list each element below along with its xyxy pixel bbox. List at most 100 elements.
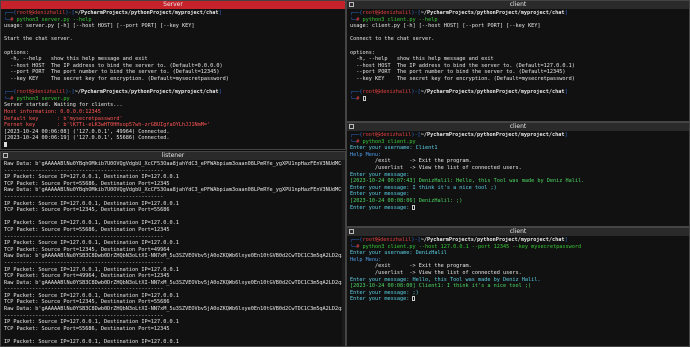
terminal-text: TCP Packet: Source Port=55686, Destinati… (4, 325, 170, 332)
window-title: client (509, 228, 527, 235)
terminal-line: -h, --help show this help message and ex… (4, 56, 342, 63)
prompt-frame: )-[ (65, 89, 75, 96)
client-denizhalil-terminal-window[interactable]: client ┌──(root㉿denizhalil)-[~/PycharmPr… (346, 227, 690, 347)
terminal-line: Help Menu: (350, 257, 686, 264)
client-titlebar[interactable]: client (347, 123, 689, 131)
terminal-text: Raw Data: b'gAAAAABlNu0YBqhOMkib7U0OVQgV… (4, 161, 342, 167)
terminal-text: ----------------------------------------… (4, 193, 164, 200)
prompt-frame: ] (564, 10, 568, 16)
terminal-icon (349, 2, 354, 7)
client-help-terminal-window[interactable]: client ┌──(root㉿denizhalil)-[~/PycharmPr… (346, 0, 690, 122)
terminal-line: --key KEY The secret key for encryption.… (350, 76, 686, 83)
terminal-text: --port PORT The port number to bind the … (4, 69, 220, 76)
terminal-line: └─# python3 client.py --host 127.0.0.1 -… (350, 244, 686, 251)
terminal-line: ----------------------------------------… (4, 168, 342, 175)
window-title: client (509, 123, 527, 130)
terminal-text: -h, --help show this help message and ex… (4, 56, 148, 63)
terminal-text: Enter your message: (350, 171, 413, 178)
terminal-text: IP Packet: Source IP=127.0.0.1, Destinat… (4, 220, 179, 227)
terminal-text: -h, --help show this help message and ex… (350, 56, 494, 63)
terminal-line: IP Packet: Source IP=127.0.0.1, Destinat… (4, 293, 342, 300)
client-titlebar[interactable]: client (347, 1, 689, 9)
terminal-line: ┌──(root㉿denizhalil)-[~/PycharmProjects/… (350, 237, 686, 244)
terminal-text: --key KEY The secret key for encryption.… (350, 75, 575, 82)
terminal-line: ----------------------------------------… (4, 194, 342, 201)
terminal-line: IP Packet: Source IP=127.0.0.1, Destinat… (4, 240, 342, 247)
terminal-line: Raw Data: b'gAAAAABlNu0YBqhOMkib7U0OVQgV… (4, 187, 342, 194)
terminal-text: TCP Packet: Source Port=49964, Destinati… (4, 273, 170, 280)
terminal-line: ----------------------------------------… (4, 313, 342, 320)
terminal-text: /userlist -> View the list of connected … (350, 269, 522, 276)
terminal-icon (349, 229, 354, 234)
terminal-text: TCP Packet: Source Port=55686, Destinati… (4, 180, 170, 187)
terminal-line: Host information: 0.0.0.0:12345 (4, 109, 342, 116)
server-titlebar[interactable]: Server (1, 1, 345, 9)
terminal-text: IP Packet: Source IP=127.0.0.1, Destinat… (4, 240, 179, 247)
terminal-line: Enter your message: (350, 204, 686, 212)
terminal-line: Raw Data: b'gAAAAABlNu0YSB3C8Dwb0DrZHQbN… (4, 306, 342, 313)
terminal-text: IP Packet: Source IP=127.0.0.1, Destinat… (4, 174, 179, 181)
terminal-text: ----------------------------------------… (4, 259, 164, 266)
terminal-line: Fernet key : b'lK7Ti-eLK3wHT0HHsop57wh-z… (4, 122, 342, 129)
prompt-frame: )-[ (411, 132, 421, 138)
server-terminal-window[interactable]: Server ┌──(root㉿denizhalil)-[~/PycharmPr… (0, 0, 346, 150)
terminal-line: Start the chat server. (4, 36, 342, 43)
terminal-text: ----------------------------------------… (4, 286, 164, 293)
terminal-line: Enter your username: Client1 (350, 145, 686, 152)
terminal-text: options: (350, 49, 375, 56)
scrollbar[interactable] (342, 160, 345, 346)
terminal-line: └─# python3 server.py --help (4, 17, 342, 24)
terminal-text: IP Packet: Source IP=127.0.0.1, Destinat… (4, 339, 179, 346)
listener-terminal-output[interactable]: Raw Data: b'gAAAAABlNu0YBqhOMkib7U0OVQgV… (1, 160, 345, 346)
terminal-line: Default key : b'mysecretpassword' (4, 116, 342, 123)
terminal-text: --host HOST The IP address to bind the s… (350, 62, 575, 69)
terminal-text: Enter your message: (350, 204, 413, 211)
terminal-line: IP Packet: Source IP=127.0.0.1, Destinat… (4, 267, 342, 274)
prompt-user-host: root㉿denizhalil (362, 132, 412, 138)
server-terminal-output[interactable]: ┌──(root㉿denizhalil)-[~/PycharmProjects/… (1, 9, 345, 149)
terminal-line: --host HOST The IP address to bind the s… (350, 63, 686, 70)
listener-terminal-window[interactable]: listener Raw Data: b'gAAAAABlNu0YBqhOMki… (0, 151, 346, 347)
terminal-text: options: (4, 49, 29, 56)
prompt-frame: ┌──( (4, 89, 17, 96)
terminal-text: Help Menu: (350, 256, 382, 263)
terminal-icon (349, 124, 354, 129)
terminal-text: [2023-10-24 00:08:06] DenizHalil: ;) (350, 197, 463, 204)
terminal-line: ┌──(root㉿denizhalil)-[~/PycharmProjects/… (4, 10, 342, 17)
prompt-path: ~/PycharmProjects/pythonProject/myprojec… (420, 237, 565, 243)
command-text: python3 client.py --help (362, 16, 438, 23)
client-titlebar[interactable]: client (347, 228, 689, 236)
window-title: Server (163, 1, 183, 8)
listener-titlebar[interactable]: listener (1, 152, 345, 160)
terminal-text: Default key : b'mysecretpassword' (4, 115, 123, 122)
prompt-user-host: root㉿denizhalil (362, 237, 412, 243)
client-help-terminal-output[interactable]: ┌──(root㉿denizhalil)-[~/PycharmProjects/… (347, 9, 689, 103)
client-denizhalil-terminal-output[interactable]: ┌──(root㉿denizhalil)-[~/PycharmProjects/… (347, 236, 689, 304)
prompt-frame: )-[ (411, 89, 421, 96)
terminal-text: Enter your message: (350, 191, 413, 198)
terminal-line: /exit -> Exit the program. (350, 158, 686, 165)
terminal-text: TCP Packet: Source Port=12345, Destinati… (4, 299, 170, 306)
terminal-text: Connect to the chat server. (350, 36, 435, 43)
terminal-text: IP Packet: Source IP=127.0.0.1, Destinat… (4, 266, 179, 273)
prompt-frame: )-[ (411, 10, 421, 16)
terminal-text: --host HOST The IP address to bind the s… (4, 62, 223, 69)
terminal-line: IP Packet: Source IP=127.0.0.1, Destinat… (4, 339, 342, 346)
terminal-text: IP Packet: Source IP=127.0.0.1, Destinat… (4, 200, 179, 207)
terminal-line: IP Packet: Source IP=127.0.0.1, Destinat… (4, 201, 342, 208)
terminal-icon (3, 153, 8, 158)
terminal-text: TCP Packet: Source Port=12345, Destinati… (4, 246, 170, 253)
prompt-frame: ] (218, 89, 222, 96)
client1-terminal-window[interactable]: client ┌──(root㉿denizhalil)-[~/PycharmPr… (346, 122, 690, 227)
terminal-line: └─# python3 client.py --help (350, 17, 686, 24)
terminal-line: [2023-10-24 00:08:00] Client1: I think i… (350, 283, 686, 290)
terminal-line: options: (4, 50, 342, 57)
prompt-path: ~/PycharmProjects/pythonProject/myprojec… (74, 10, 219, 16)
client1-terminal-output[interactable]: ┌──(root㉿denizhalil)-[~/PycharmProjects/… (347, 131, 689, 212)
terminal-text: /exit -> Exit the program. (350, 158, 472, 165)
terminal-line: TCP Packet: Source Port=12345, Destinati… (4, 247, 342, 254)
prompt-path: ~/PycharmProjects/pythonProject/myprojec… (420, 132, 565, 138)
